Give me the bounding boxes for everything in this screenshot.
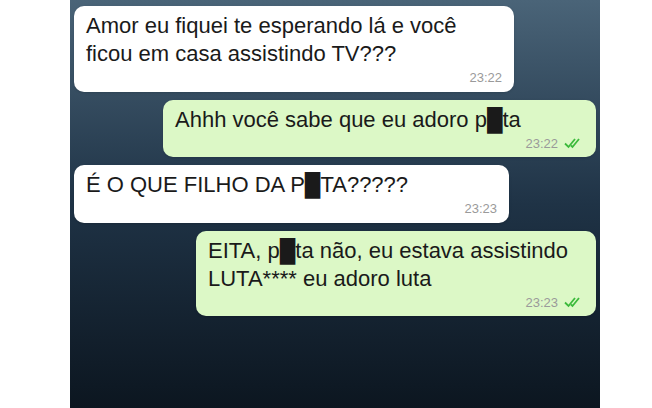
read-ticks-icon (564, 296, 584, 308)
outgoing-message[interactable]: EITA, p█ta não, eu estava assistindo LUT… (196, 231, 596, 317)
message-time: 23:23 (464, 199, 497, 219)
screenshot: Amor eu fiquei te esperando lá e você fi… (0, 0, 652, 408)
message-meta: 23:23 (208, 293, 584, 313)
chat-area: Amor eu fiquei te esperando lá e você fi… (70, 0, 600, 408)
message-meta: 23:23 (86, 199, 497, 219)
message-time: 23:23 (525, 293, 558, 313)
outgoing-message[interactable]: Ahhh você sabe que eu adoro p█ta23:22 (163, 100, 596, 158)
message-text: É O QUE FILHO DA P█TA????? (86, 171, 497, 199)
message-meta: 23:22 (175, 134, 584, 154)
incoming-message[interactable]: Amor eu fiquei te esperando lá e você fi… (74, 6, 514, 92)
message-time: 23:22 (525, 134, 558, 154)
message-text: EITA, p█ta não, eu estava assistindo LUT… (208, 237, 584, 293)
message-text: Amor eu fiquei te esperando lá e você fi… (86, 12, 502, 68)
incoming-message[interactable]: É O QUE FILHO DA P█TA?????23:23 (74, 165, 509, 223)
read-ticks-icon (564, 137, 584, 149)
message-meta: 23:22 (86, 68, 502, 88)
message-text: Ahhh você sabe que eu adoro p█ta (175, 106, 584, 134)
message-time: 23:22 (469, 68, 502, 88)
